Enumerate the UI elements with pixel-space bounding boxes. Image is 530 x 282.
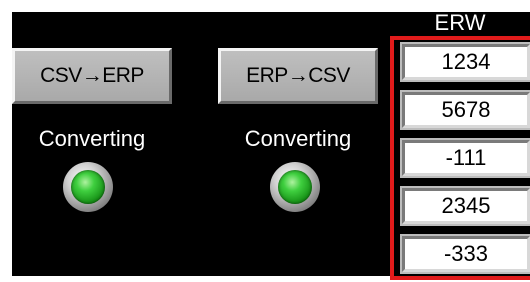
csv-to-erp-status-lamp-icon [63, 162, 113, 212]
lamp-light [71, 170, 105, 204]
hmi-screen: CSV→ERP ERP→CSV Converting Converting ER… [0, 0, 530, 282]
csv-to-erp-button[interactable]: CSV→ERP [12, 48, 172, 104]
erw-value-field[interactable]: 2345 [400, 186, 530, 226]
erw-value-field[interactable]: -333 [400, 234, 530, 274]
erp-to-csv-status-lamp-icon [270, 162, 320, 212]
erp-to-csv-button[interactable]: ERP→CSV [218, 48, 378, 104]
erp-to-csv-status-label: Converting [244, 126, 352, 151]
lamp-light [278, 170, 312, 204]
erw-value-field[interactable]: -111 [400, 138, 530, 178]
erw-value-field[interactable]: 5678 [400, 90, 530, 130]
erw-value-field[interactable]: 1234 [400, 42, 530, 82]
csv-to-erp-status-label: Converting [38, 126, 146, 151]
erw-header: ERW [434, 10, 486, 35]
screen-left-border [0, 0, 12, 282]
